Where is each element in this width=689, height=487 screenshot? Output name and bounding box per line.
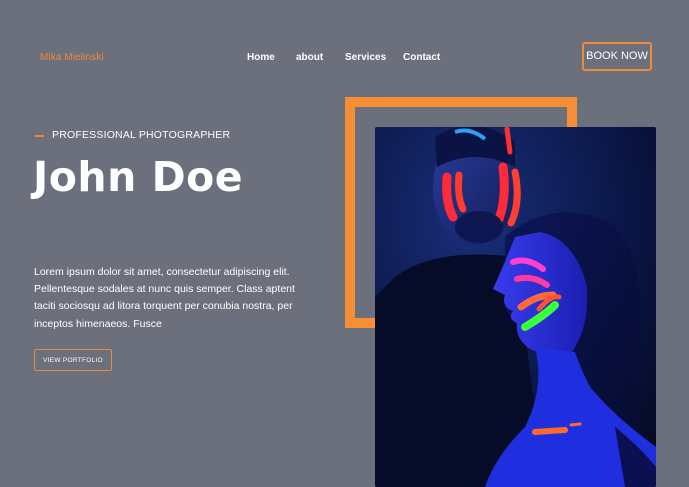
kicker-dash [35, 135, 44, 137]
hero-description: Lorem ipsum dolor sit amet, consectetur … [34, 266, 295, 330]
hero-kicker: PROFESSIONAL PHOTOGRAPHER [52, 129, 231, 141]
page: Mika Mielinski Home about Services Conta… [0, 0, 689, 487]
book-now-button[interactable]: BOOK NOW [582, 42, 652, 71]
hero-photo [375, 127, 656, 487]
hero-title: John Doe [33, 153, 244, 201]
nav-contact[interactable]: Contact [403, 52, 440, 63]
view-portfolio-button[interactable]: VIEW PORTFOLIO [34, 349, 112, 371]
nav-services[interactable]: Services [345, 52, 386, 63]
site-logo[interactable]: Mika Mielinski [40, 52, 104, 63]
nav-about[interactable]: about [296, 52, 323, 63]
hero-photo-image [375, 127, 656, 487]
nav-home[interactable]: Home [247, 52, 275, 63]
